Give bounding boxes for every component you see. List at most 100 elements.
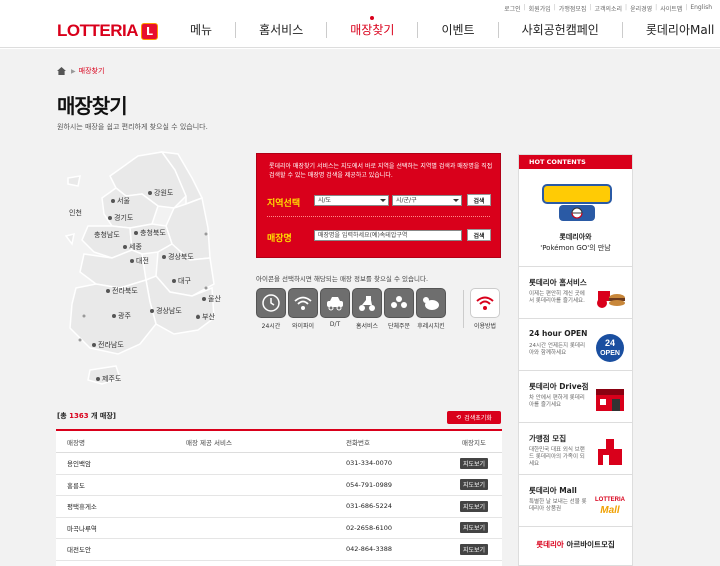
- map-pin-icon: [96, 377, 100, 381]
- hot-item-desc: 차 안에서 편하게 롯데리아를 즐기세요: [529, 395, 585, 408]
- chevron-down-icon: [453, 199, 459, 202]
- hot-item-home-service[interactable]: 롯데리아 홈서비스 이제는 편안히 계신 곳에서 롯데리아를 즐기세요.: [519, 267, 632, 319]
- map-region-incheon[interactable]: 인천: [69, 208, 82, 218]
- lotteria-logo[interactable]: LOTTERIA L: [57, 21, 158, 41]
- how-to-use-button[interactable]: 이용방법: [470, 288, 500, 330]
- map-view-button[interactable]: 지도보기: [459, 522, 489, 534]
- util-franchise-link[interactable]: 가맹점모집: [559, 4, 587, 13]
- logo-text: LOTTERIA: [57, 21, 139, 40]
- map-region-seoul[interactable]: 서울: [111, 196, 130, 206]
- pokemon-banner[interactable]: 롯데리아와 'Pokémon GO'의 만남: [519, 169, 632, 267]
- hot-item-mall[interactable]: 롯데리아 Mall 특별한 날 보내는 선물 롯데리아 상품권 LOTTERIA…: [519, 475, 632, 527]
- map-view-button[interactable]: 지도보기: [459, 457, 489, 469]
- map-region-chungbuk[interactable]: 충청북도: [134, 228, 166, 238]
- store-name-input[interactable]: 매장명을 입력하세요(예)속테압구역: [314, 230, 462, 241]
- gugun-select[interactable]: 시/군/구: [392, 195, 462, 206]
- store-name[interactable]: 용인백암: [56, 458, 186, 468]
- active-dot-icon: [370, 16, 375, 20]
- nav-home-service[interactable]: 홈서비스: [235, 22, 326, 38]
- store-name[interactable]: 평택휴게소: [56, 501, 186, 511]
- util-login-link[interactable]: 로그인: [504, 4, 521, 13]
- nav-event[interactable]: 이벤트: [417, 22, 497, 38]
- util-voice-link[interactable]: 고객의소리: [594, 4, 622, 13]
- name-search-button[interactable]: 검색: [467, 229, 491, 241]
- map-pin-icon: [111, 199, 115, 203]
- nav-menu[interactable]: 메뉴: [180, 22, 235, 38]
- util-english-link[interactable]: English: [690, 4, 712, 13]
- filter-home-service[interactable]: 홈서비스: [352, 288, 382, 330]
- map-region-gyeonggi[interactable]: 경기도: [108, 213, 133, 223]
- map-region-daejeon[interactable]: 대전: [130, 256, 149, 266]
- hot-item-24h[interactable]: 24 hour OPEN 24시간 언제든지 롯데리아와 함께하세요 24 OPE…: [519, 319, 632, 371]
- store-phone: 042-864-3388: [346, 545, 393, 554]
- car-icon: [327, 297, 343, 311]
- korea-map[interactable]: 강원도 인천 서울 경기도 충청남도 충청북도 세종 대전 경상북도 전라북도 …: [60, 148, 230, 393]
- map-pin-icon: [106, 289, 110, 293]
- map-view-button[interactable]: 지도보기: [459, 543, 489, 555]
- util-sitemap-link[interactable]: 사이트맵: [660, 4, 682, 13]
- nav-social-campaign[interactable]: 사회공헌캠페인: [497, 22, 622, 38]
- store-phone: 02-2658-6100: [346, 523, 393, 532]
- filter-group-order[interactable]: 단체주문: [384, 288, 414, 330]
- table-row: 평택휴게소 031-686-5224 지도보기: [56, 496, 502, 518]
- table-row: 홍릉도 054-791-0989 지도보기: [56, 475, 502, 496]
- util-ethics-link[interactable]: 윤리경영: [630, 4, 652, 13]
- part-time-recruit[interactable]: 롯데리아 아르바이트모집: [519, 539, 632, 550]
- filter-fresh-chicken-label: 후레시치킨: [417, 323, 445, 330]
- map-region-jeonbuk[interactable]: 전라북도: [106, 286, 138, 296]
- store-count: [총 1363 개 매장]: [57, 412, 116, 420]
- store-name[interactable]: 마곡나루역: [56, 523, 186, 533]
- page-desc: 원하시는 매장을 쉽고 편리하게 찾으실 수 있습니다.: [57, 123, 208, 131]
- store-count-number: 1363: [69, 412, 89, 420]
- filter-24h[interactable]: 24시간: [256, 288, 286, 330]
- hot-item-franchise[interactable]: 가맹점 모집 대한민국 대표 외식 브랜드 롯데리아의 가족이 되세요: [519, 423, 632, 475]
- store-name[interactable]: 홍릉도: [56, 480, 186, 490]
- map-region-gwangju[interactable]: 광주: [112, 311, 131, 321]
- map-region-jeju[interactable]: 제주도: [96, 374, 121, 384]
- sido-select-value: 시/도: [318, 197, 332, 204]
- map-region-sejong[interactable]: 세종: [123, 242, 142, 252]
- delivery-burger-icon: [597, 291, 625, 308]
- nav-store-finder[interactable]: 매장찾기: [326, 16, 417, 38]
- hot-item-desc: 특별한 날 보내는 선물 롯데리아 상품권: [529, 499, 587, 512]
- reset-search-button[interactable]: ⟲ 검색초기화: [447, 411, 501, 424]
- filter-drive-thru[interactable]: D/T: [320, 288, 350, 330]
- filter-drive-thru-label: D/T: [329, 321, 341, 328]
- map-region-gyeongbuk[interactable]: 경상북도: [162, 252, 194, 262]
- breadcrumb-arrow-icon: ▶: [71, 67, 76, 75]
- util-join-link[interactable]: 회원가입: [529, 4, 551, 13]
- hot-item-drive[interactable]: 롯데리아 Drive점 차 안에서 편하게 롯데리아를 즐기세요: [519, 371, 632, 423]
- clock-icon: [262, 294, 280, 312]
- service-filters: 24시간 와이파이 D/T 홈서비스 단체주문 후레시치킨: [256, 288, 448, 330]
- map-region-busan[interactable]: 부산: [196, 312, 215, 322]
- table-header: 매장명 매장 제공 서비스 전화번호 매장지도: [56, 431, 502, 453]
- map-region-daegu[interactable]: 대구: [172, 276, 191, 286]
- map-pin-icon: [92, 343, 96, 347]
- table-row: 용인백암 031-334-0070 지도보기: [56, 453, 502, 475]
- region-search-button[interactable]: 검색: [467, 194, 491, 206]
- site-header: 로그인 | 회원가입 | 가맹점모집 | 고객의소리 | 윤리경영 | 사이트맵 | Eng…: [0, 0, 720, 48]
- home-icon[interactable]: [57, 67, 66, 75]
- map-pin-icon: [172, 279, 176, 283]
- recruit-text: 아르바이트모집: [566, 540, 615, 549]
- sido-select[interactable]: 시/도: [314, 195, 389, 206]
- map-region-chungnam[interactable]: 충청남도: [94, 230, 120, 240]
- search-desc: 롯데리아 매장찾기 서비스는 지도에서 바로 지역을 선택하는 지역별 검색과 …: [269, 163, 493, 179]
- store-phone: 054-791-0989: [346, 480, 393, 489]
- map-region-ulsan[interactable]: 울산: [202, 294, 221, 304]
- filter-wifi[interactable]: 와이파이: [288, 288, 318, 330]
- map-region-jeonnam[interactable]: 전라남도: [92, 340, 124, 350]
- search-divider: [267, 216, 490, 217]
- filter-24h-label: 24시간: [261, 323, 281, 330]
- map-view-button[interactable]: 지도보기: [459, 479, 489, 491]
- store-name[interactable]: 대전도안: [56, 544, 186, 554]
- store-phone: 031-334-0070: [346, 459, 393, 468]
- drive-store-icon: [596, 389, 624, 411]
- nav-lotteria-mall[interactable]: 롯데리아Mall: [621, 22, 720, 38]
- map-region-gangwon[interactable]: 강원도: [148, 188, 173, 198]
- svg-text:LOTTERIA: LOTTERIA: [595, 497, 626, 503]
- map-view-button[interactable]: 지도보기: [459, 500, 489, 512]
- hot-item-title: 가맹점 모집: [529, 434, 567, 443]
- filter-fresh-chicken[interactable]: 후레시치킨: [416, 288, 446, 330]
- map-region-gyeongnam[interactable]: 경상남도: [150, 306, 182, 316]
